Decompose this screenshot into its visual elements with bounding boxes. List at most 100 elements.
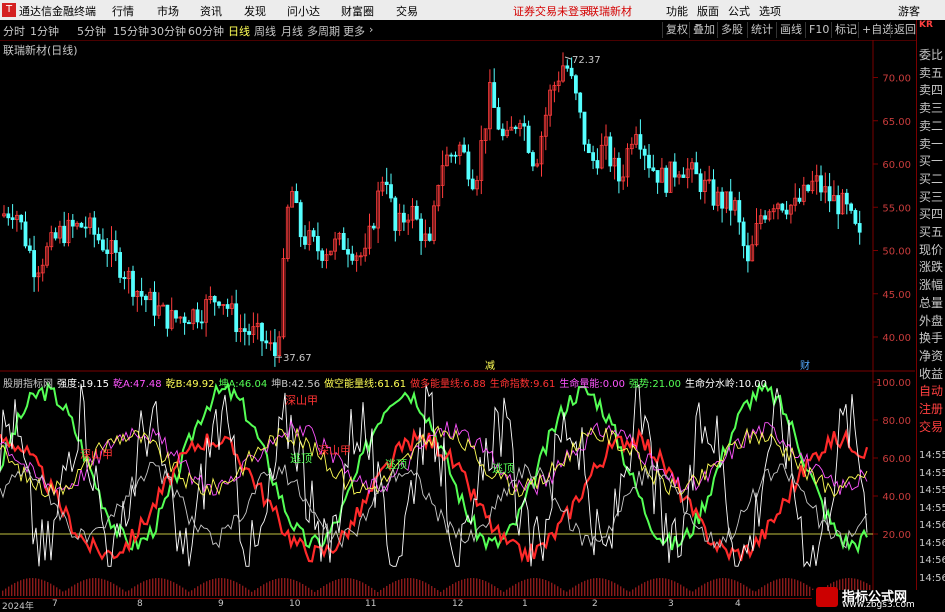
- candle-body: [728, 191, 733, 211]
- candle-body: [195, 309, 200, 323]
- histogram-bar: [767, 583, 769, 596]
- period-more[interactable]: 更多: [343, 23, 365, 39]
- period-60min[interactable]: 60分钟: [188, 23, 224, 39]
- chevron-right-icon[interactable]: ›: [369, 23, 373, 36]
- candle-body: [569, 67, 574, 77]
- histogram-bar: [758, 589, 760, 596]
- histogram-bar: [521, 580, 523, 596]
- tool-restore-rights[interactable]: 复权: [662, 22, 691, 38]
- indicator-chart[interactable]: 100.0080.0060.0040.0020.00深山甲深山甲 深山甲逃顶 逃顶逃…: [0, 372, 915, 598]
- menu-options[interactable]: 选项: [759, 3, 781, 19]
- histogram-bar: [449, 585, 451, 596]
- candle-body: [139, 290, 144, 297]
- histogram-bar: [2, 590, 4, 596]
- period-weekly[interactable]: 周线: [254, 23, 276, 39]
- histogram-bar: [572, 587, 574, 596]
- sidebar-item[interactable]: 交易: [919, 418, 943, 435]
- histogram-bar: [533, 578, 535, 596]
- candle-body: [350, 253, 355, 261]
- indicator-value: 生命指数:9.61: [489, 379, 556, 390]
- histogram-bar: [260, 586, 262, 596]
- candle-body: [101, 239, 105, 251]
- histogram-bar: [437, 590, 439, 596]
- period-15min[interactable]: 15分钟: [113, 23, 149, 39]
- histogram-bar: [509, 587, 511, 596]
- menu-trade[interactable]: 交易: [396, 3, 418, 19]
- period-5min[interactable]: 5分钟: [77, 23, 106, 39]
- high-pointer: [564, 56, 572, 60]
- histogram-bar: [5, 588, 7, 596]
- histogram-bar: [236, 582, 238, 596]
- histogram-bar: [77, 582, 79, 596]
- histogram-bar: [224, 578, 226, 596]
- sidebar-item: 卖一: [919, 136, 944, 151]
- period-monthly[interactable]: 月线: [281, 23, 303, 39]
- menu-formula[interactable]: 公式: [728, 3, 750, 19]
- menu-news[interactable]: 资讯: [200, 3, 222, 19]
- login-notice[interactable]: 证券交易未登录: [513, 3, 590, 19]
- histogram-bar: [650, 579, 652, 596]
- price-tick-label: 55.00: [882, 203, 911, 214]
- tool-statistics[interactable]: 统计: [747, 22, 776, 38]
- indicator-value: 做多能量线:6.88: [410, 379, 486, 390]
- tool-overlay[interactable]: 叠加: [689, 22, 718, 38]
- tool-f10[interactable]: F10: [805, 22, 832, 38]
- histogram-bar: [440, 591, 442, 596]
- tool-back[interactable]: 返回: [890, 22, 919, 38]
- histogram-bar: [203, 582, 205, 596]
- histogram-bar: [674, 581, 676, 596]
- histogram-bar: [482, 579, 484, 596]
- histogram-bar: [740, 582, 742, 596]
- candle-body: [242, 328, 247, 332]
- candle-body: [225, 304, 230, 309]
- histogram-bar: [527, 578, 529, 596]
- histogram-bar: [134, 586, 136, 596]
- sidebar-item[interactable]: 自动: [919, 382, 943, 399]
- histogram-bar: [197, 586, 199, 596]
- histogram-bar: [539, 578, 541, 596]
- menu-ask[interactable]: 问小达: [287, 3, 320, 19]
- tool-draw-line[interactable]: 画线: [776, 22, 805, 38]
- menu-discover[interactable]: 发现: [244, 3, 266, 19]
- sidebar-time: 14:56: [919, 537, 945, 549]
- histogram-bar: [59, 589, 61, 596]
- period-timeshare[interactable]: 分时: [3, 23, 25, 39]
- sidebar-item[interactable]: 注册: [919, 400, 943, 417]
- candle-body: [496, 107, 501, 130]
- menu-market[interactable]: 市场: [157, 3, 179, 19]
- user-label[interactable]: 游客: [898, 3, 920, 19]
- histogram-bar: [518, 582, 520, 596]
- menu-function[interactable]: 功能: [666, 3, 688, 19]
- candle-body: [806, 184, 810, 192]
- menu-quotes[interactable]: 行情: [112, 3, 134, 19]
- candle-body: [698, 173, 703, 192]
- candle-body: [389, 184, 393, 199]
- menu-layout[interactable]: 版面: [697, 3, 719, 19]
- histogram-bar: [338, 578, 340, 596]
- period-1min[interactable]: 1分钟: [30, 23, 59, 39]
- histogram-bar: [803, 583, 805, 596]
- candle-body: [105, 249, 110, 254]
- histogram-bar: [329, 582, 331, 596]
- histogram-bar: [443, 589, 445, 596]
- menu-wealth[interactable]: 财富圈: [341, 3, 374, 19]
- indicator-line-series: [0, 427, 869, 563]
- tool-mark[interactable]: 标记: [831, 22, 860, 38]
- candle-body: [298, 202, 303, 238]
- period-daily[interactable]: 日线: [228, 23, 250, 39]
- period-30min[interactable]: 30分钟: [150, 23, 186, 39]
- candle-body: [470, 178, 475, 190]
- histogram-bar: [791, 578, 793, 596]
- candlestick-chart[interactable]: 70.00 65.00 60.00 55.00 50.00 45.00 40.00 72.37…: [0, 40, 915, 372]
- tool-multi-stock[interactable]: 多股: [717, 22, 746, 38]
- histogram-bar: [605, 579, 607, 596]
- candle-body: [526, 125, 531, 153]
- histogram-bar: [272, 579, 274, 596]
- candle-body: [272, 342, 277, 357]
- period-multi[interactable]: 多周期: [307, 23, 340, 39]
- sidebar-time: 14:55: [919, 467, 945, 479]
- histogram-bar: [80, 581, 82, 596]
- candle-body: [784, 209, 789, 215]
- histogram-bar: [773, 580, 775, 596]
- histogram-bar: [254, 590, 256, 596]
